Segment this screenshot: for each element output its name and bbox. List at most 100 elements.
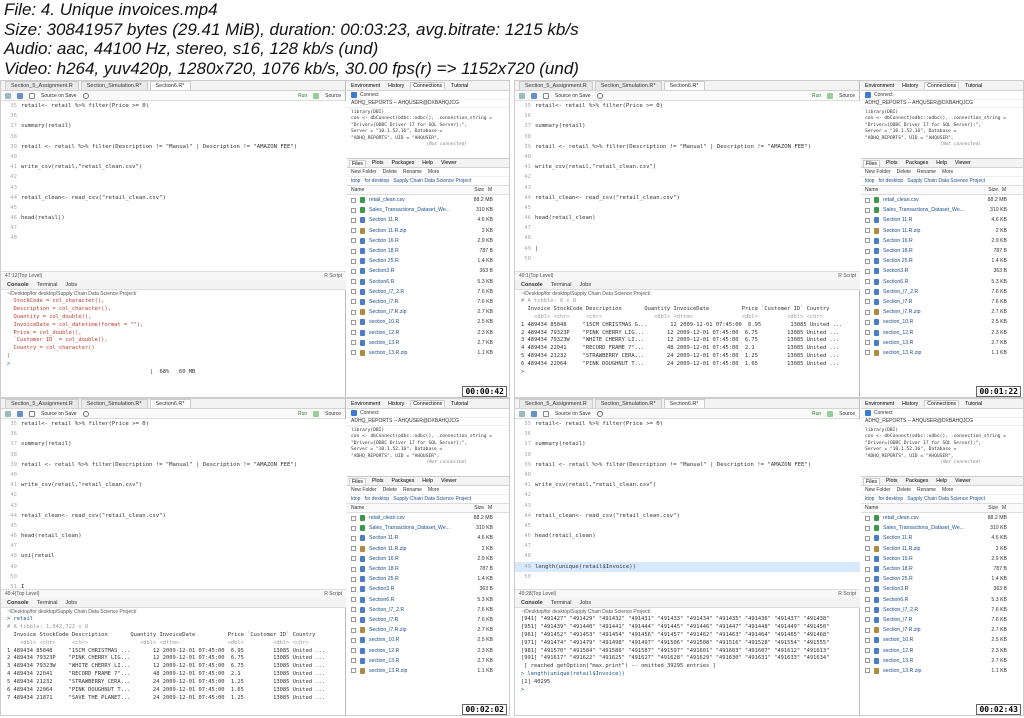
search-icon[interactable] xyxy=(596,410,603,417)
editor-tab[interactable]: Section_5_Assignment.R xyxy=(5,81,79,90)
breadcrumb-item[interactable]: for desktop xyxy=(364,178,389,184)
file-row[interactable]: Section 16.R 2.9 KB xyxy=(861,554,1023,564)
connect-button[interactable]: Connect xyxy=(874,92,893,98)
file-checkbox[interactable] xyxy=(351,207,356,213)
file-name[interactable]: retail_clean.csv xyxy=(369,515,461,521)
file-checkbox[interactable] xyxy=(865,207,870,213)
breadcrumb-item[interactable]: Supply Chain Data Science Project xyxy=(393,178,471,184)
file-checkbox[interactable] xyxy=(865,228,870,234)
files-tab[interactable]: Viewer xyxy=(953,160,973,166)
console-output[interactable]: StockCode = col_character(), Description… xyxy=(1,298,346,397)
file-name[interactable]: Section 25.R xyxy=(883,258,975,264)
console-tab[interactable]: Console xyxy=(7,282,29,288)
env-tab[interactable]: Environment xyxy=(863,83,896,89)
scope-label[interactable]: (Top Level) xyxy=(18,272,43,280)
file-name[interactable]: section_13.R xyxy=(883,658,975,664)
file-row[interactable]: section_12.R 2.3 KB xyxy=(861,327,1023,337)
file-row[interactable]: Section_l7_2.R 7.6 KB xyxy=(347,605,509,615)
file-checkbox[interactable] xyxy=(351,566,356,572)
file-name[interactable]: Section 18.R xyxy=(883,248,975,254)
editor-tab[interactable]: Section6.R* xyxy=(149,399,191,408)
file-type-label[interactable]: R Script xyxy=(838,590,856,598)
file-name[interactable]: Section 18.R xyxy=(883,566,975,572)
file-row[interactable]: Section 18.R 787 B xyxy=(861,246,1023,256)
file-row[interactable]: retail_clean.csv 88.2 MB xyxy=(347,195,509,205)
files-tool-button[interactable]: New Folder xyxy=(865,169,891,175)
file-checkbox[interactable] xyxy=(865,330,870,336)
file-checkbox[interactable] xyxy=(351,228,356,234)
file-name[interactable]: Section 18.R xyxy=(369,248,461,254)
file-row[interactable]: Section 18.R 787 B xyxy=(347,564,509,574)
file-name[interactable]: Section_l7.R.zip xyxy=(883,309,975,315)
file-name[interactable]: retail_clean.csv xyxy=(369,197,461,203)
file-name[interactable]: Section 11.R xyxy=(883,535,975,541)
file-row[interactable]: Section_l7_2.R 7.6 KB xyxy=(861,287,1023,297)
code-editor[interactable]: 35 retail<- retail %>% filter(Price >= 0)… xyxy=(1,101,346,271)
source-on-save-label[interactable]: Source on Save xyxy=(41,411,77,417)
file-checkbox[interactable] xyxy=(865,658,870,664)
file-name[interactable]: Section 25.R xyxy=(369,258,461,264)
env-tab[interactable]: Connections xyxy=(924,82,960,89)
console-output[interactable]: [941] "491427" "491429" "491432" "491431… xyxy=(515,616,860,715)
file-name[interactable]: Sales_Transactions_Dataset_We... xyxy=(883,207,975,213)
files-tab[interactable]: Plots xyxy=(884,478,900,484)
rerun-icon[interactable] xyxy=(313,410,320,417)
console-output[interactable]: > retail # A tibble: 1,042,722 x 8 Invoic… xyxy=(1,616,346,715)
connect-button[interactable]: Connect xyxy=(360,410,379,416)
file-checkbox[interactable] xyxy=(865,217,870,223)
file-row[interactable]: retail_clean.csv 88.2 MB xyxy=(861,195,1023,205)
file-checkbox[interactable] xyxy=(865,238,870,244)
console-tab[interactable]: Jobs xyxy=(66,600,78,606)
console-tab[interactable]: Jobs xyxy=(580,282,592,288)
file-name[interactable]: Section_l7.R xyxy=(883,299,975,305)
file-checkbox[interactable] xyxy=(351,289,356,295)
rerun-icon[interactable] xyxy=(827,410,834,417)
file-name[interactable]: Section_l7_2.R xyxy=(883,289,975,295)
file-checkbox[interactable] xyxy=(865,289,870,295)
file-type-label[interactable]: R Script xyxy=(324,590,342,598)
file-name[interactable]: Section 11.R xyxy=(369,217,461,223)
file-name[interactable]: section_13.R.zip xyxy=(369,668,461,674)
breadcrumb-item[interactable]: ktop xyxy=(351,178,360,184)
files-tool-button[interactable]: More xyxy=(428,169,439,175)
file-name[interactable]: Section_l7_2.R xyxy=(369,289,461,295)
files-tool-button[interactable]: Delete xyxy=(897,169,911,175)
file-name[interactable]: Section 11.R xyxy=(883,217,975,223)
file-name[interactable]: section_13.R xyxy=(369,658,461,664)
connect-button[interactable]: Connect xyxy=(360,92,379,98)
source-button[interactable]: Source xyxy=(839,411,855,417)
file-name[interactable]: section_12.R xyxy=(883,648,975,654)
file-checkbox[interactable] xyxy=(865,258,870,264)
source-button[interactable]: Source xyxy=(325,93,341,99)
file-checkbox[interactable] xyxy=(865,268,870,274)
file-checkbox[interactable] xyxy=(351,268,356,274)
file-row[interactable]: Section_l7.R 7.6 KB xyxy=(347,297,509,307)
file-name[interactable]: Section 16.R xyxy=(883,238,975,244)
files-tab[interactable]: Viewer xyxy=(439,478,459,484)
files-tool-button[interactable]: Delete xyxy=(383,487,397,493)
file-row[interactable]: section_13.R.zip 1.1 KB xyxy=(347,348,509,358)
file-checkbox[interactable] xyxy=(351,238,356,244)
file-checkbox[interactable] xyxy=(351,658,356,664)
file-name[interactable]: Section_l7_2.R xyxy=(369,607,461,613)
file-checkbox[interactable] xyxy=(351,627,356,633)
file-row[interactable]: Section6.R 5.3 KB xyxy=(347,595,509,605)
env-tab[interactable]: History xyxy=(386,83,406,89)
files-tool-button[interactable]: Rename xyxy=(917,487,936,493)
editor-tab[interactable]: Section_Simulation.R* xyxy=(594,399,662,408)
file-checkbox[interactable] xyxy=(865,299,870,305)
console-tab[interactable]: Terminal xyxy=(37,282,58,288)
file-row[interactable]: section_10.R 2.5 KB xyxy=(861,635,1023,645)
editor-tab[interactable]: Section6.R* xyxy=(149,81,191,90)
file-name[interactable]: section_13.R xyxy=(883,340,975,346)
env-tab[interactable]: Connections xyxy=(924,400,960,407)
file-row[interactable]: Section6.R 5.3 KB xyxy=(347,277,509,287)
connect-icon[interactable] xyxy=(351,410,357,416)
modified-column-header[interactable]: M xyxy=(998,505,1006,511)
file-checkbox[interactable] xyxy=(865,668,870,674)
file-row[interactable]: Section 11.R.zip 2 KB xyxy=(861,226,1023,236)
file-name[interactable]: retail_clean.csv xyxy=(883,515,975,521)
file-checkbox[interactable] xyxy=(351,299,356,305)
scope-label[interactable]: (Top Level) xyxy=(532,590,557,598)
file-name[interactable]: section_10.R xyxy=(369,637,461,643)
